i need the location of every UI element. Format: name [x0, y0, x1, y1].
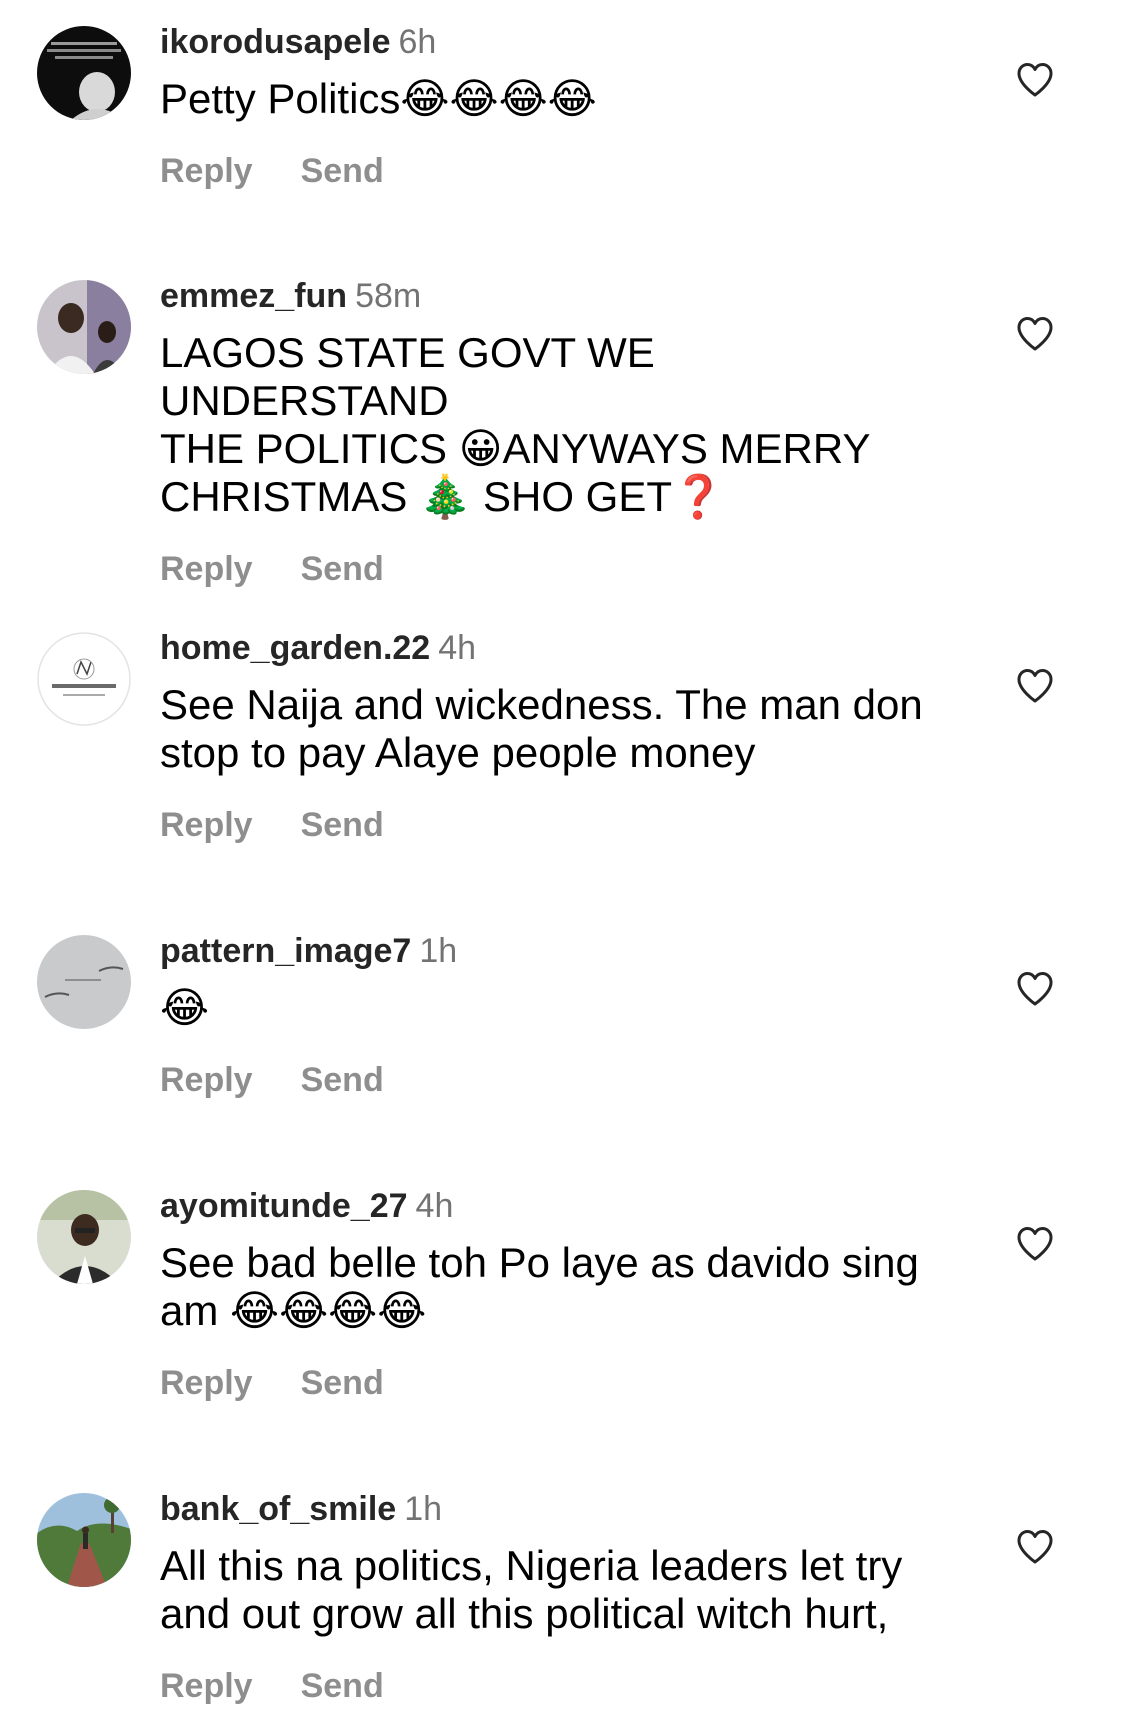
comment-username[interactable]: emmez_fun — [160, 277, 347, 315]
comment-meta: bank_of_smile 1h — [160, 1489, 950, 1529]
avatar[interactable] — [37, 1190, 131, 1284]
comment-text: LAGOS STATE GOVT WE UNDERSTAND THE POLIT… — [160, 329, 871, 520]
comment-meta: home_garden.22 4h — [160, 628, 950, 668]
avatar[interactable] — [37, 935, 131, 1029]
heart-outline-icon[interactable] — [1016, 62, 1054, 98]
send-button[interactable]: Send — [301, 1666, 384, 1706]
comment-body: ayomitunde_27 4h See bad belle toh Po lay… — [160, 1186, 950, 1403]
comment-username[interactable]: pattern_image7 — [160, 932, 411, 970]
comment-text: Petty Politics😂😂😂😂 — [160, 75, 597, 122]
comment-timestamp: 1h — [404, 1490, 443, 1528]
comment-username[interactable]: ikorodusapele — [160, 23, 391, 61]
comment-text: See Naija and wickedness. The man don st… — [160, 681, 923, 776]
send-button[interactable]: Send — [301, 805, 384, 845]
reply-button[interactable]: Reply — [160, 1060, 253, 1100]
comment-timestamp: 58m — [355, 277, 422, 315]
comment-meta: ayomitunde_27 4h — [160, 1186, 950, 1226]
comment-timestamp: 4h — [415, 1187, 454, 1225]
comments-list: ikorodusapele 6h Petty Politics😂😂😂😂 Reply… — [0, 0, 1125, 1716]
comment-actions: Reply Send — [160, 1666, 950, 1706]
comment-username[interactable]: bank_of_smile — [160, 1490, 396, 1528]
heart-outline-icon[interactable] — [1016, 971, 1054, 1007]
comment-text: See bad belle toh Po laye as davido sing… — [160, 1239, 919, 1334]
comment-body: emmez_fun 58m LAGOS STATE GOVT WE UNDERST… — [160, 276, 950, 589]
comment-timestamp: 6h — [398, 23, 437, 61]
heart-outline-icon[interactable] — [1016, 316, 1054, 352]
reply-button[interactable]: Reply — [160, 805, 253, 845]
comment-actions: Reply Send — [160, 549, 950, 589]
heart-outline-icon[interactable] — [1016, 1226, 1054, 1262]
send-button[interactable]: Send — [301, 1363, 384, 1403]
avatar[interactable] — [37, 1493, 131, 1587]
comment-body: ikorodusapele 6h Petty Politics😂😂😂😂 Reply… — [160, 22, 950, 191]
comment-body: home_garden.22 4h See Naija and wickednes… — [160, 628, 950, 845]
avatar[interactable] — [37, 280, 131, 374]
comment-actions: Reply Send — [160, 151, 950, 191]
comment-text: All this na politics, Nigeria leaders le… — [160, 1542, 903, 1637]
comment-actions: Reply Send — [160, 1363, 950, 1403]
heart-outline-icon[interactable] — [1016, 1529, 1054, 1565]
reply-button[interactable]: Reply — [160, 1363, 253, 1403]
comment-body: pattern_image7 1h 😂 Reply Send — [160, 931, 950, 1100]
send-button[interactable]: Send — [301, 151, 384, 191]
comment-meta: ikorodusapele 6h — [160, 22, 950, 62]
comment-meta: emmez_fun 58m — [160, 276, 950, 316]
comment-meta: pattern_image7 1h — [160, 931, 950, 971]
comment-timestamp: 4h — [438, 629, 477, 667]
comment-timestamp: 1h — [419, 932, 458, 970]
comment-username[interactable]: home_garden.22 — [160, 629, 430, 667]
reply-button[interactable]: Reply — [160, 151, 253, 191]
comment-body: bank_of_smile 1h All this na politics, Ni… — [160, 1489, 950, 1706]
reply-button[interactable]: Reply — [160, 1666, 253, 1706]
comment-actions: Reply Send — [160, 805, 950, 845]
avatar[interactable] — [37, 26, 131, 120]
avatar[interactable] — [37, 632, 131, 726]
reply-button[interactable]: Reply — [160, 549, 253, 589]
comment-actions: Reply Send — [160, 1060, 950, 1100]
comment-username[interactable]: ayomitunde_27 — [160, 1187, 408, 1225]
send-button[interactable]: Send — [301, 549, 384, 589]
comment-text: 😂 — [160, 984, 210, 1031]
heart-outline-icon[interactable] — [1016, 668, 1054, 704]
send-button[interactable]: Send — [301, 1060, 384, 1100]
